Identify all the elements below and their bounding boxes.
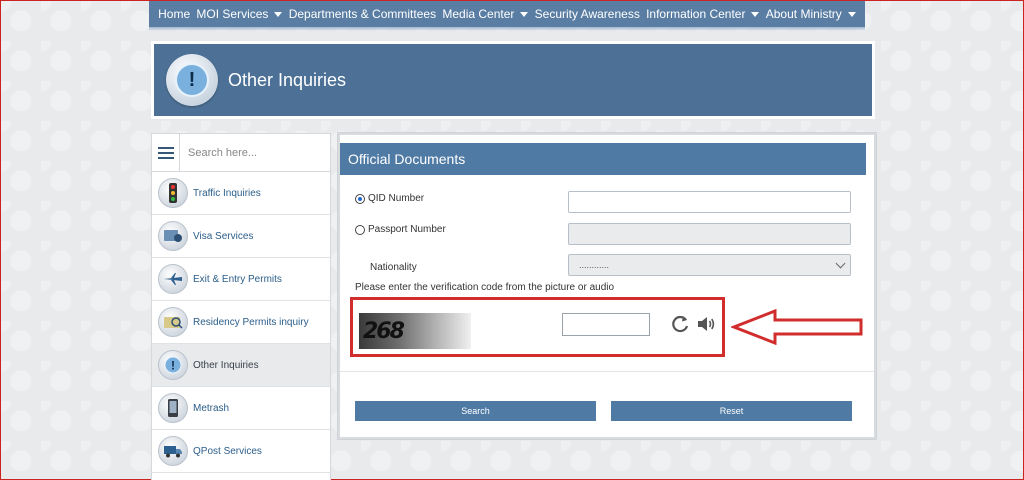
form-panel-body: Official Documents QID Number Passport N…	[340, 135, 874, 437]
nav-information-center-label: Information Center	[646, 7, 746, 21]
refresh-icon[interactable]	[669, 313, 691, 335]
hamburger-menu-icon[interactable]	[152, 134, 180, 171]
form-divider	[340, 371, 874, 372]
sidebar-item-label: Visa Services	[193, 230, 254, 242]
chevron-down-icon	[274, 11, 283, 17]
chevron-down-icon	[751, 11, 760, 17]
nav-home[interactable]: Home	[158, 7, 190, 21]
airplane-icon	[158, 264, 188, 294]
captcha-image: 268	[359, 313, 471, 349]
nav-home-label: Home	[158, 7, 191, 21]
qid-radio-option[interactable]: QID Number	[355, 193, 424, 204]
annotation-arrow-icon	[731, 309, 863, 345]
passport-radio-option[interactable]: Passport Number	[355, 224, 446, 235]
sidebar-item-metrash[interactable]: Metrash	[152, 387, 330, 430]
captcha-input[interactable]	[562, 313, 650, 336]
sidebar-item-label: QPost Services	[193, 445, 262, 457]
form-title: Official Documents	[340, 143, 866, 175]
verification-instruction: Please enter the verification code from …	[355, 282, 615, 293]
form-panel: Official Documents QID Number Passport N…	[337, 132, 877, 440]
page-banner: ! Other Inquiries	[151, 41, 875, 119]
sidebar-item-label: Metrash	[193, 402, 230, 414]
nationality-select: ............	[568, 254, 851, 276]
passport-radio[interactable]	[355, 224, 365, 235]
sidebar-item-visa-services[interactable]: Visa Services	[152, 215, 330, 258]
nav-security-awareness-label: Security Awareness	[534, 7, 640, 21]
sidebar-item-label: Exit & Entry Permits	[193, 273, 282, 285]
sidebar-search	[152, 134, 330, 172]
sidebar-item-exit-entry-permits[interactable]: Exit & Entry Permits	[152, 258, 330, 301]
nationality-label: Nationality	[370, 262, 417, 273]
nav-about-ministry[interactable]: About Ministry	[766, 7, 856, 21]
captcha-code: 268	[363, 318, 405, 344]
qid-radio[interactable]	[355, 193, 365, 204]
nav-media-center-label: Media Center	[442, 7, 515, 21]
nationality-value: ............	[579, 260, 610, 270]
nav-moi-services-label: MOI Services	[196, 7, 269, 21]
sidebar-item-traffic-inquiries[interactable]: Traffic Inquiries	[152, 172, 330, 215]
sidebar-item-label: Other Inquiries	[193, 359, 259, 371]
qid-label: QID Number	[368, 193, 425, 204]
search-input[interactable]	[180, 134, 330, 171]
svg-text:!: !	[171, 359, 175, 373]
nav-departments[interactable]: Departments & Committees	[289, 7, 436, 21]
visa-icon	[158, 221, 188, 251]
sidebar-item-label: Residency Permits inquiry	[193, 316, 309, 328]
chevron-down-icon	[520, 11, 529, 17]
banner-bar: ! Other Inquiries	[154, 44, 872, 116]
captcha-highlight-box: 268	[350, 297, 725, 357]
exclamation-icon: !	[158, 350, 188, 380]
nav-media-center[interactable]: Media Center	[442, 7, 529, 21]
nav-departments-label: Departments & Committees	[288, 7, 437, 21]
nav-about-ministry-label: About Ministry	[765, 7, 842, 21]
nav-security-awareness[interactable]: Security Awareness	[535, 7, 640, 21]
reset-button[interactable]: Reset	[611, 401, 852, 421]
mobile-phone-icon	[158, 393, 188, 423]
passport-label: Passport Number	[368, 224, 446, 235]
qpost-truck-icon	[158, 436, 188, 466]
passport-input	[568, 223, 851, 245]
chevron-down-icon	[847, 11, 856, 17]
top-navigation: Home MOI Services Departments & Committe…	[149, 1, 865, 31]
sidebar-item-residency-permits[interactable]: Residency Permits inquiry	[152, 301, 330, 344]
sidebar-item-label: Traffic Inquiries	[193, 187, 261, 199]
traffic-light-icon	[158, 178, 188, 208]
sidebar-item-qpost-services[interactable]: QPost Services	[152, 430, 330, 473]
residency-card-icon	[158, 307, 188, 337]
nav-information-center[interactable]: Information Center	[646, 7, 760, 21]
sidebar-item-other-inquiries[interactable]: ! Other Inquiries	[152, 344, 330, 387]
speaker-icon[interactable]	[695, 313, 717, 335]
nav-moi-services[interactable]: MOI Services	[196, 7, 283, 21]
sidebar: Traffic Inquiries Visa Services Exit & E…	[151, 133, 331, 480]
exclamation-icon: !	[166, 54, 218, 106]
search-button[interactable]: Search	[355, 401, 596, 421]
chevron-down-icon	[835, 258, 846, 268]
page-title: Other Inquiries	[228, 69, 347, 90]
qid-input[interactable]	[568, 191, 851, 213]
